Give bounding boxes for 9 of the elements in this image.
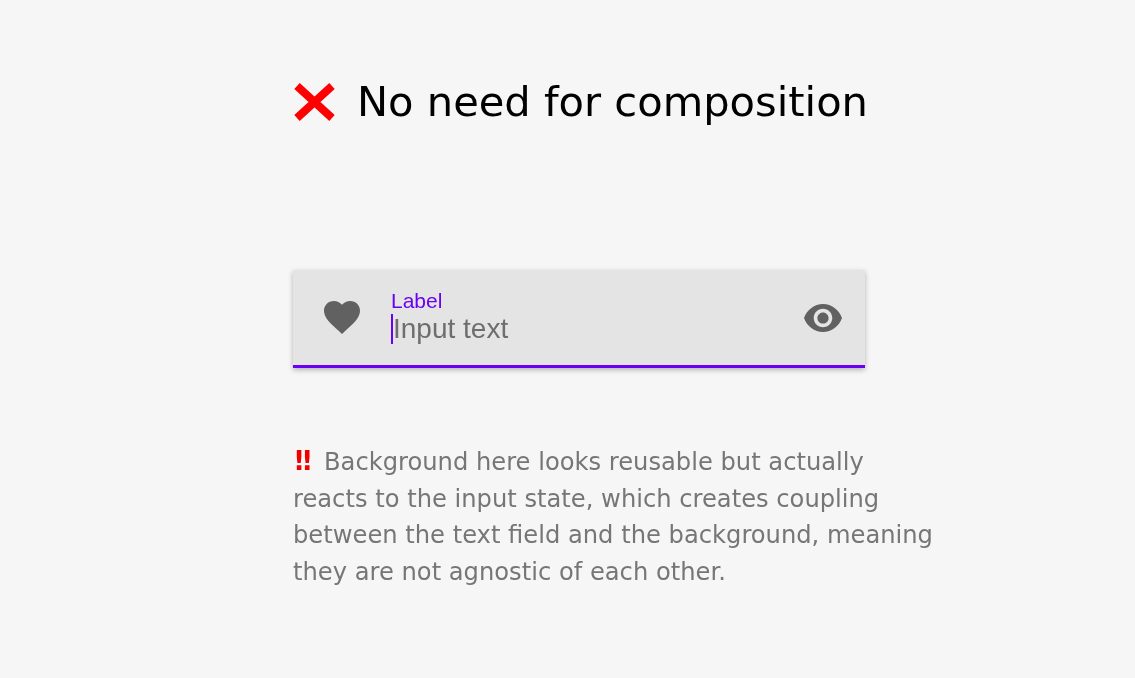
- field-label: Label: [391, 289, 443, 312]
- note-text: ‼ Background here looks reusable but actually reacts to the input state, which creates coupling between the text field and the background, meaning they are not agnostic of each other.: [293, 448, 933, 586]
- heart-icon: [324, 301, 360, 334]
- eye-icon: [804, 303, 842, 332]
- text-field[interactable]: Label Input text: [293, 270, 865, 368]
- cross-icon: [293, 82, 336, 122]
- input-field[interactable]: Input text: [393, 311, 723, 346]
- text-cursor-icon: [391, 313, 393, 344]
- heading: No need for composition: [357, 77, 868, 127]
